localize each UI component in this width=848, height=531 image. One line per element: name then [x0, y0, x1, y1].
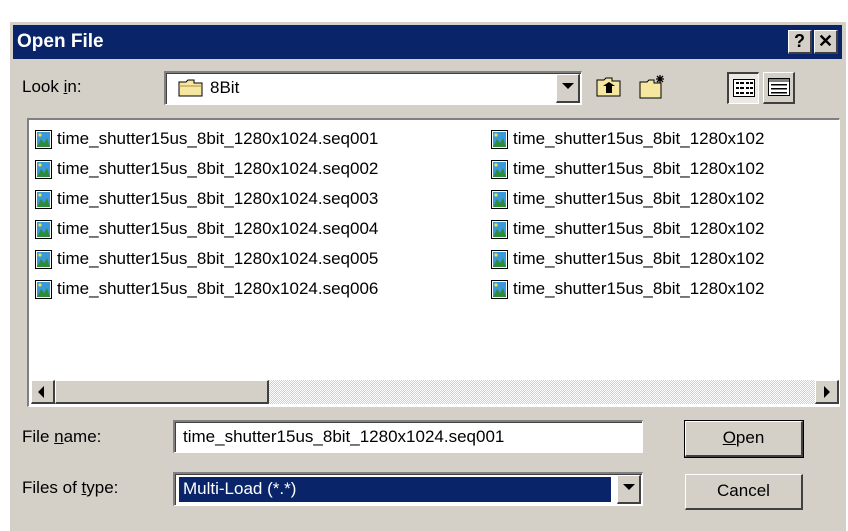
- arrow-left-icon: [38, 386, 44, 398]
- file-list-item[interactable]: time_shutter15us_8bit_1280x102: [491, 157, 821, 181]
- image-file-icon: [491, 220, 508, 239]
- file-list-item-name: time_shutter15us_8bit_1280x1024.seq004: [57, 219, 379, 238]
- folder-icon: [178, 78, 204, 98]
- cancel-button[interactable]: Cancel: [685, 474, 803, 510]
- file-name-field[interactable]: time_shutter15us_8bit_1280x1024.seq001: [173, 420, 643, 453]
- scroll-thumb[interactable]: [55, 380, 269, 404]
- details-view-button[interactable]: [763, 72, 795, 104]
- image-file-icon: [491, 280, 508, 299]
- file-list-item[interactable]: time_shutter15us_8bit_1280x102: [491, 217, 821, 241]
- look-in-dropdown[interactable]: 8Bit: [164, 71, 582, 105]
- help-button[interactable]: ?: [788, 30, 812, 54]
- image-file-icon: [35, 280, 52, 299]
- file-list-item-name: time_shutter15us_8bit_1280x102: [513, 219, 765, 238]
- scroll-right-button[interactable]: [815, 380, 839, 404]
- file-name-value: time_shutter15us_8bit_1280x1024.seq001: [183, 427, 505, 446]
- file-list-item-name: time_shutter15us_8bit_1280x102: [513, 159, 765, 178]
- file-list-item-name: time_shutter15us_8bit_1280x102: [513, 129, 765, 148]
- look-in-value: 8Bit: [210, 78, 240, 97]
- file-list-item[interactable]: time_shutter15us_8bit_1280x102: [491, 247, 821, 271]
- create-new-folder-button[interactable]: [637, 72, 669, 104]
- file-name-label: File name:: [22, 427, 102, 446]
- image-file-icon: [491, 250, 508, 269]
- file-list-item[interactable]: time_shutter15us_8bit_1280x102: [491, 127, 821, 151]
- list-view-icon: [733, 79, 755, 102]
- file-list-item-name: time_shutter15us_8bit_1280x1024.seq006: [57, 279, 379, 298]
- image-file-icon: [491, 130, 508, 149]
- window-title: Open File: [17, 31, 104, 52]
- file-list-item-name: time_shutter15us_8bit_1280x102: [513, 249, 765, 268]
- image-file-icon: [35, 250, 52, 269]
- file-type-dropdown[interactable]: Multi-Load (*.*): [173, 472, 643, 506]
- file-list-item-name: time_shutter15us_8bit_1280x1024.seq005: [57, 249, 379, 268]
- image-file-icon: [35, 190, 52, 209]
- chevron-down-icon: [623, 484, 635, 490]
- arrow-right-icon: [824, 386, 830, 398]
- image-file-icon: [35, 220, 52, 239]
- new-folder-icon: [639, 74, 667, 105]
- file-type-label: Files of type:: [22, 478, 119, 497]
- list-view-button[interactable]: [727, 72, 759, 104]
- folder-up-icon: [596, 76, 622, 103]
- title-bar[interactable]: Open File ? ✕: [13, 25, 842, 59]
- image-file-icon: [491, 190, 508, 209]
- open-file-dialog: Open File ? ✕ Look in: 8Bit time_shutter…: [9, 21, 846, 531]
- image-file-icon: [35, 130, 52, 149]
- look-in-label: Look in:: [22, 77, 82, 96]
- open-button[interactable]: Open: [684, 420, 804, 458]
- file-type-dropdown-button[interactable]: [617, 475, 641, 504]
- file-list-item-name: time_shutter15us_8bit_1280x1024.seq001: [57, 129, 379, 148]
- horizontal-scrollbar[interactable]: [31, 380, 839, 404]
- file-list-item-name: time_shutter15us_8bit_1280x102: [513, 189, 765, 208]
- file-list-item[interactable]: time_shutter15us_8bit_1280x102: [491, 277, 821, 301]
- chevron-down-icon: [562, 83, 574, 89]
- details-view-icon: [768, 78, 790, 101]
- up-one-level-button[interactable]: [594, 72, 626, 104]
- scroll-left-button[interactable]: [31, 380, 55, 404]
- file-list-item-name: time_shutter15us_8bit_1280x1024.seq002: [57, 159, 379, 178]
- image-file-icon: [35, 160, 52, 179]
- close-button[interactable]: ✕: [814, 30, 838, 54]
- file-list-item-name: time_shutter15us_8bit_1280x1024.seq003: [57, 189, 379, 208]
- file-list[interactable]: time_shutter15us_8bit_1280x1024.seq001ti…: [27, 118, 840, 407]
- image-file-icon: [491, 160, 508, 179]
- file-type-value: Multi-Load (*.*): [183, 479, 297, 498]
- look-in-dropdown-button[interactable]: [556, 74, 580, 103]
- file-list-item-name: time_shutter15us_8bit_1280x102: [513, 279, 765, 298]
- file-list-item[interactable]: time_shutter15us_8bit_1280x102: [491, 187, 821, 211]
